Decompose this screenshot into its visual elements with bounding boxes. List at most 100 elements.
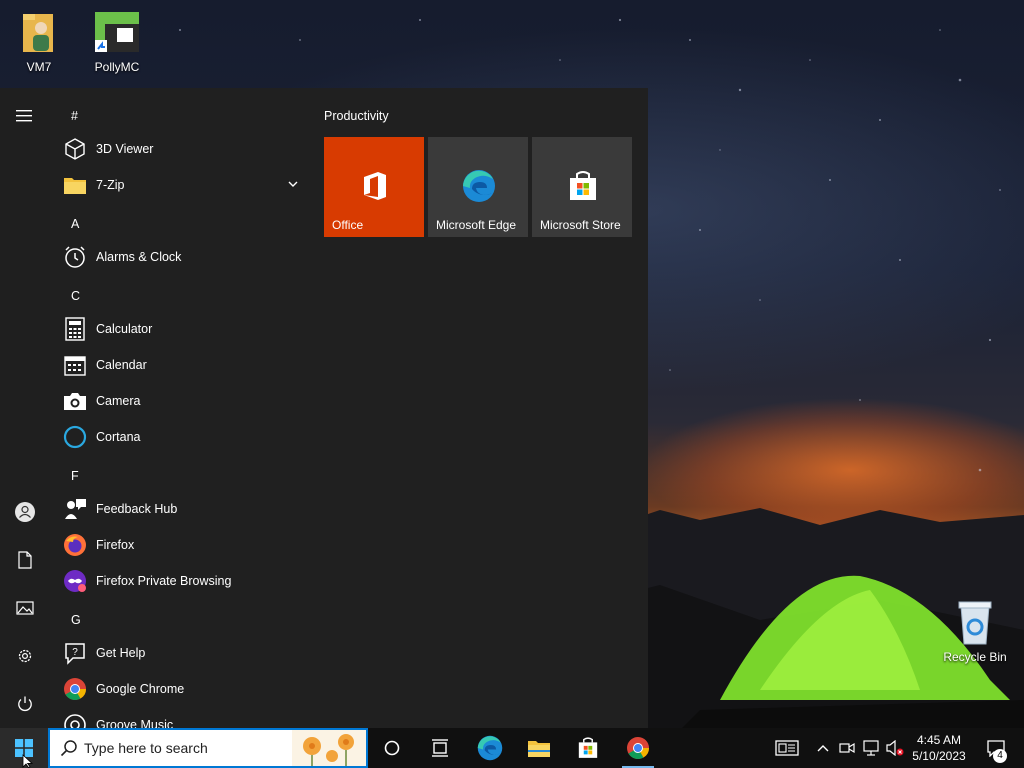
tile-group-title[interactable]: Productivity bbox=[324, 109, 389, 123]
task-view-icon bbox=[432, 739, 448, 757]
circle-icon bbox=[384, 740, 400, 756]
tile-office[interactable]: Office bbox=[324, 137, 424, 237]
desktop-icon-vm7[interactable]: VM7 bbox=[0, 10, 78, 74]
app-item-alarms-clock[interactable]: Alarms & Clock bbox=[50, 239, 312, 275]
cortana-button[interactable] bbox=[368, 728, 416, 768]
settings-button[interactable] bbox=[0, 634, 50, 678]
app-item-calendar[interactable]: Calendar bbox=[50, 347, 312, 383]
folder-icon bbox=[528, 741, 550, 757]
news-widget-button[interactable] bbox=[772, 728, 802, 768]
chevron-up-icon bbox=[817, 745, 829, 752]
app-item-label: Feedback Hub bbox=[96, 502, 178, 516]
app-item-firefox[interactable]: Firefox bbox=[50, 527, 312, 563]
desktop-icon-recycle-bin[interactable]: Recycle Bin bbox=[936, 600, 1014, 664]
tile-microsoft-edge[interactable]: Microsoft Edge bbox=[428, 137, 528, 237]
desktop-icon-label: VM7 bbox=[26, 60, 52, 74]
edge-taskbar-button[interactable] bbox=[466, 728, 514, 768]
file-explorer-taskbar-button[interactable] bbox=[515, 728, 563, 768]
edge-icon bbox=[462, 169, 496, 203]
svg-text:?: ? bbox=[72, 647, 78, 658]
pictures-button[interactable] bbox=[0, 586, 50, 630]
chrome-icon bbox=[627, 737, 649, 759]
volume-muted-icon bbox=[886, 740, 904, 756]
document-icon bbox=[18, 551, 32, 569]
clock-time: 4:45 AM bbox=[916, 733, 962, 747]
section-header-c[interactable]: C bbox=[50, 278, 312, 314]
notification-count-badge: 4 bbox=[993, 749, 1007, 763]
calendar-icon bbox=[62, 352, 88, 378]
app-item-get-help[interactable]: ? Get Help bbox=[50, 635, 312, 671]
edge-icon bbox=[477, 735, 503, 761]
section-header-hash[interactable]: # bbox=[50, 98, 312, 134]
app-item-google-chrome[interactable]: Google Chrome bbox=[50, 671, 312, 707]
app-item-calculator[interactable]: Calculator bbox=[50, 311, 312, 347]
app-item-groove-music[interactable]: Groove Music bbox=[50, 707, 312, 728]
app-item-label: Firefox bbox=[96, 538, 135, 552]
power-button[interactable] bbox=[0, 682, 50, 726]
app-item-cortana[interactable]: Cortana bbox=[50, 419, 312, 455]
camera-icon bbox=[62, 388, 88, 414]
tiles-area: Productivity Office Microsoft Edge Micro… bbox=[312, 88, 648, 728]
desktop-icon-label: Recycle Bin bbox=[943, 650, 1007, 664]
video-camera-icon bbox=[839, 742, 855, 754]
app-item-camera[interactable]: Camera bbox=[50, 383, 312, 419]
chrome-icon bbox=[62, 676, 88, 702]
user-icon bbox=[15, 502, 35, 522]
gear-icon bbox=[18, 649, 32, 663]
tile-label: Microsoft Edge bbox=[436, 218, 517, 232]
volume-button[interactable] bbox=[884, 728, 906, 768]
documents-button[interactable] bbox=[0, 538, 50, 582]
clock-date: 5/10/2023 bbox=[912, 749, 966, 763]
pollymc-shortcut-icon bbox=[93, 10, 141, 56]
app-item-label: Calendar bbox=[96, 358, 147, 372]
alarm-clock-icon bbox=[62, 244, 88, 270]
app-list[interactable]: # 3D Viewer 7-Zip A Alarms & Clock C Cal… bbox=[50, 88, 312, 728]
app-item-label: Google Chrome bbox=[96, 682, 185, 696]
show-hidden-icons-button[interactable] bbox=[812, 728, 834, 768]
section-header-f[interactable]: F bbox=[50, 458, 312, 494]
network-button[interactable] bbox=[860, 728, 882, 768]
app-item-label: 3D Viewer bbox=[96, 142, 154, 156]
search-icon bbox=[54, 730, 84, 766]
tile-label: Office bbox=[332, 218, 364, 232]
app-item-label: Get Help bbox=[96, 646, 146, 660]
app-item-firefox-private[interactable]: Firefox Private Browsing bbox=[50, 563, 312, 599]
app-item-label: 7-Zip bbox=[96, 178, 125, 192]
cortana-icon bbox=[62, 424, 88, 450]
start-menu: # 3D Viewer 7-Zip A Alarms & Clock C Cal… bbox=[0, 88, 648, 728]
calculator-icon bbox=[62, 316, 88, 342]
section-header-label: G bbox=[71, 613, 81, 627]
taskbar-clock[interactable]: 4:45 AM 5/10/2023 bbox=[906, 732, 972, 764]
app-item-label: Alarms & Clock bbox=[96, 250, 182, 264]
task-view-button[interactable] bbox=[416, 728, 464, 768]
app-item-label: Groove Music bbox=[96, 718, 174, 728]
app-item-label: Firefox Private Browsing bbox=[96, 574, 232, 588]
app-item-feedback-hub[interactable]: Feedback Hub bbox=[50, 491, 312, 527]
search-box[interactable] bbox=[48, 728, 368, 768]
expand-menu-button[interactable] bbox=[0, 94, 50, 138]
picture-icon bbox=[16, 601, 34, 615]
desktop-icon-pollymc[interactable]: PollyMC bbox=[78, 10, 156, 74]
tile-label: Microsoft Store bbox=[540, 218, 621, 232]
recycle-bin-icon bbox=[951, 600, 999, 646]
account-button[interactable] bbox=[0, 490, 50, 534]
office-icon bbox=[358, 169, 392, 203]
app-item-3d-viewer[interactable]: 3D Viewer bbox=[50, 131, 312, 167]
meet-now-button[interactable] bbox=[836, 728, 858, 768]
chrome-taskbar-button[interactable] bbox=[614, 728, 662, 768]
firefox-private-icon bbox=[62, 568, 88, 594]
app-item-label: Calculator bbox=[96, 322, 153, 336]
section-header-g[interactable]: G bbox=[50, 602, 312, 638]
store-taskbar-button[interactable] bbox=[564, 728, 612, 768]
news-icon bbox=[775, 740, 799, 756]
app-item-7-zip[interactable]: 7-Zip bbox=[50, 167, 312, 203]
section-header-a[interactable]: A bbox=[50, 206, 312, 242]
chevron-down-icon[interactable] bbox=[286, 177, 300, 191]
search-input[interactable] bbox=[84, 733, 284, 763]
folder-icon bbox=[62, 172, 88, 198]
section-header-label: F bbox=[71, 469, 79, 483]
tile-microsoft-store[interactable]: Microsoft Store bbox=[532, 137, 632, 237]
section-header-label: A bbox=[71, 217, 80, 231]
store-icon bbox=[578, 737, 598, 758]
get-help-icon: ? bbox=[62, 640, 88, 666]
